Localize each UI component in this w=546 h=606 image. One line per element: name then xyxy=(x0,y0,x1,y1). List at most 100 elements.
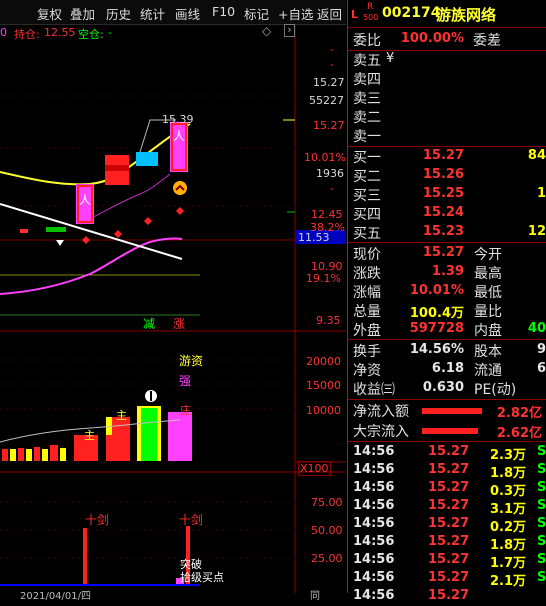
stat-label: PE(动) xyxy=(474,382,517,398)
label-shijian: 十剑 xyxy=(85,513,110,527)
vol-axis: 20000 xyxy=(306,355,341,368)
stat-label: 最高 xyxy=(474,266,502,282)
stat-jingzi: 6.18 xyxy=(431,361,464,376)
axis-dash: - xyxy=(330,58,334,71)
tick-time: 14:56 xyxy=(353,570,395,585)
ind-axis: 25.00 xyxy=(311,552,343,565)
candle-label: 人 xyxy=(79,193,92,207)
tick-price: 15.27 xyxy=(428,498,470,513)
stat-liutong: 6 xyxy=(536,361,546,376)
stock-code: 002174 xyxy=(382,5,441,21)
buy4-label: 买四 xyxy=(353,207,381,223)
menu-biaoji[interactable]: 标记 xyxy=(244,4,269,23)
axis-label: 19.1% xyxy=(306,272,341,285)
tick-vol: 1.7万 xyxy=(490,556,527,571)
menu-fanhui[interactable]: 返回 xyxy=(317,4,342,23)
tick-row: 14:56 15.27 0.2万 S xyxy=(348,516,546,535)
stat-label: 今开 xyxy=(474,247,502,263)
buy1-price: 15.27 xyxy=(422,148,464,163)
buy5-vol: 12 xyxy=(527,224,546,239)
vol-axis: 10000 xyxy=(306,404,341,417)
tick-price: 15.27 xyxy=(428,516,470,531)
tick-price: 15.27 xyxy=(428,570,470,585)
blockflow-value: 2.62亿 xyxy=(496,426,542,441)
price-marker: 15.39 xyxy=(162,113,194,126)
info-lead: 0 xyxy=(0,26,7,39)
tick-time: 14:56 xyxy=(353,444,395,459)
tick-flag: S xyxy=(537,498,546,513)
buy5-price: 15.23 xyxy=(422,224,464,239)
bar-label: 庄 xyxy=(180,404,191,417)
netflow-label: 净流入额 xyxy=(353,404,409,420)
stat-huanshou: 14.56% xyxy=(409,342,464,357)
label-shijian: 十剑 xyxy=(179,513,204,527)
panel-toggle-icon[interactable]: › xyxy=(284,24,295,37)
signal-zhang: 涨 xyxy=(173,317,186,331)
netflow-bar xyxy=(422,408,482,414)
tick-flag: S xyxy=(537,570,546,585)
axis-label: 9.35 xyxy=(316,314,341,327)
diamond-icon[interactable]: ◇ xyxy=(262,24,271,38)
stat-neipan: 40 xyxy=(527,321,546,336)
kline-chart[interactable]: 0 持仓: 12.55 空仓: - ◇ › 15.27 55227 15.27 … xyxy=(0,24,346,602)
menu-diejia[interactable]: 叠加 xyxy=(70,4,95,23)
tick-time: 14:56 xyxy=(353,588,395,603)
bottom-misc: 同 xyxy=(310,591,320,602)
blockflow-bar xyxy=(422,428,478,434)
buy3-vol: 1 xyxy=(536,186,546,201)
stat-waipan: 597728 xyxy=(409,321,464,336)
tick-vol: 1.8万 xyxy=(490,538,527,553)
stat-label: 总量 xyxy=(353,304,381,320)
menu-lishi[interactable]: 历史 xyxy=(106,4,131,23)
stat-zhangfu: 10.01% xyxy=(409,283,464,298)
tick-row: 14:56 15.27 0.3万 S xyxy=(348,480,546,499)
badge-l: L xyxy=(351,8,359,21)
menu-huaxian[interactable]: 画线 xyxy=(175,4,200,23)
label-youzi: 游资 xyxy=(179,354,204,368)
empty-label: 空仓: xyxy=(78,28,104,41)
buy2-price: 15.26 xyxy=(422,167,464,182)
buy4-price: 15.24 xyxy=(422,205,464,220)
sell5-label: 卖五 xyxy=(353,53,381,69)
stat-label: 最低 xyxy=(474,285,502,301)
stat-label: 内盘 xyxy=(474,323,502,339)
badge-500: 500 xyxy=(363,13,379,22)
buy3-label: 买三 xyxy=(353,188,381,204)
blockflow-label: 大宗流入 xyxy=(353,424,409,440)
stat-label: 外盘 xyxy=(353,323,381,339)
tick-row: 14:56 15.27 xyxy=(348,588,546,606)
quote-panel: L R 500 002174 游族网络 委比 100.00% 委差 卖五 ¥ 卖… xyxy=(347,0,546,603)
bar-label: 主 xyxy=(84,429,95,442)
menu-tongji[interactable]: 统计 xyxy=(140,4,165,23)
tick-row: 14:56 15.27 1.7万 S xyxy=(348,552,546,571)
candle-label: 人 xyxy=(173,129,186,143)
stat-shouyi: 0.630 xyxy=(422,380,464,395)
tick-row: 14:56 15.27 3.1万 S xyxy=(348,498,546,517)
buy2-label: 买二 xyxy=(353,169,381,185)
toolbar: 复权 叠加 历史 统计 画线 F10 标记 +自选 返回 xyxy=(0,0,346,25)
hold-label: 持仓: xyxy=(14,28,40,41)
tick-price: 15.27 xyxy=(428,444,470,459)
stat-label: 流通 xyxy=(474,363,502,379)
axis-dash: - xyxy=(330,43,334,56)
tick-row: 14:56 15.27 2.1万 S xyxy=(348,570,546,589)
ind-axis: 50.00 xyxy=(311,524,343,537)
menu-f10[interactable]: F10 xyxy=(212,4,235,19)
axis-label: 15.27 xyxy=(313,119,345,132)
weibi-label: 委比 xyxy=(353,33,381,49)
stat-label: 收益㈢ xyxy=(353,382,395,398)
tick-vol: 0.3万 xyxy=(490,484,527,499)
axis-dash: - xyxy=(330,182,334,195)
tick-row: 14:56 15.27 1.8万 S xyxy=(348,534,546,553)
axis-label: 10.01% xyxy=(304,151,346,164)
vol-unit: X100 xyxy=(298,461,331,476)
axis-label: 12.45 xyxy=(311,208,343,221)
sell1-label: 卖一 xyxy=(353,129,381,145)
menu-zixuan[interactable]: +自选 xyxy=(278,4,313,23)
signal-jian: 减 xyxy=(143,317,156,331)
menu-fuquan[interactable]: 复权 xyxy=(37,4,62,23)
kline-canvas xyxy=(0,24,346,593)
buy3-price: 15.25 xyxy=(422,186,464,201)
label-jiejin: 拾级 xyxy=(180,571,202,584)
stat-guben: 9 xyxy=(536,342,546,357)
